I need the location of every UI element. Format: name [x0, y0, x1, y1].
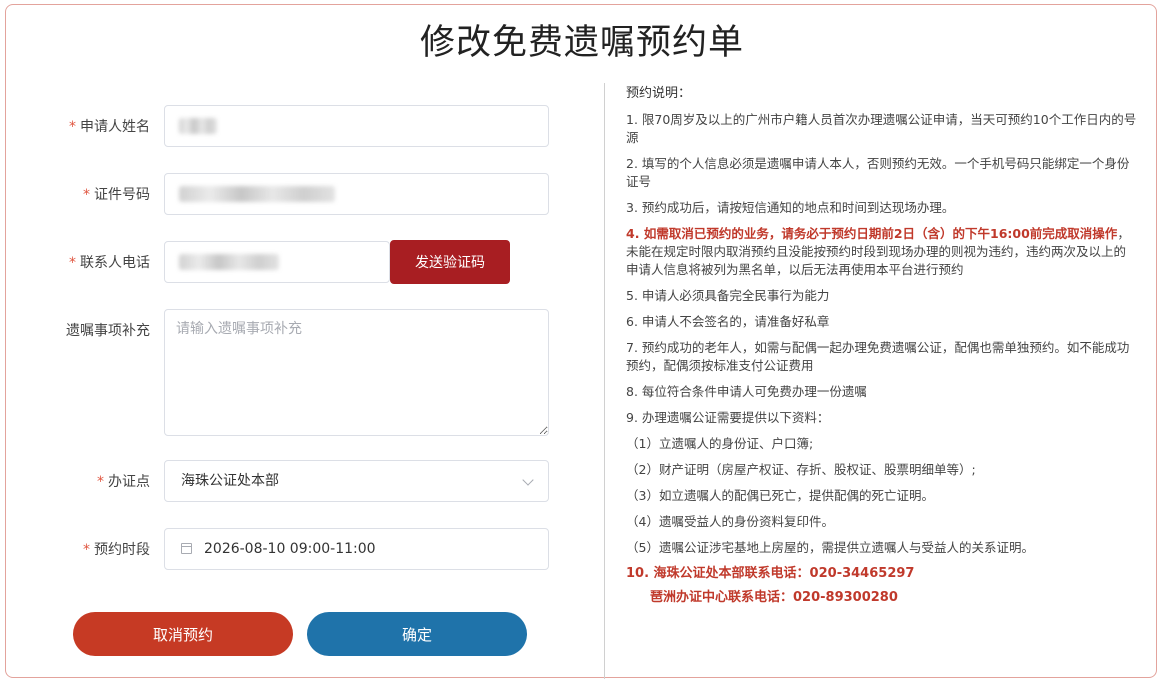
- masked-phone: [179, 254, 279, 270]
- required-mark: *: [69, 119, 76, 135]
- note-item: 6. 申请人不会签名的，请准备好私章: [626, 314, 830, 329]
- note-item: 9. 办理遗嘱公证需要提供以下资料：: [626, 410, 830, 425]
- note-item: 1. 限70周岁及以上的广州市户籍人员首次办理遗嘱公证申请，当天可预约10个工作…: [626, 112, 1137, 145]
- cancel-appointment-button[interactable]: 取消预约: [73, 612, 293, 656]
- note-item: 3. 预约成功后，请按短信通知的地点和时间到达现场办理。: [626, 200, 955, 215]
- time-slot-label: * 预约时段: [83, 542, 150, 558]
- material-item: （1）立遗嘱人的身份证、户口簿;: [626, 436, 814, 451]
- contact-pazhou: 琶洲办证中心联系电话：020-89300280: [650, 590, 898, 605]
- required-mark: *: [69, 255, 76, 271]
- will-notes-textarea[interactable]: [164, 309, 549, 436]
- required-mark: *: [83, 542, 90, 558]
- phone-label: * 联系人电话: [69, 255, 150, 271]
- chevron-down-icon: [522, 474, 534, 486]
- id-number-label: * 证件号码: [83, 187, 150, 203]
- appointment-card: 修改免费遗嘱预约单 * 申请人姓名 * 证件号码 * 联系人电话 发送验证码 遗嘱事项…: [5, 4, 1157, 679]
- masked-name: [179, 118, 217, 134]
- material-item: （4）遗嘱受益人的身份资料复印件。: [626, 514, 834, 529]
- note-item-cancellation: 4. 如需取消已预约的业务，请务必于预约日期前2日（含）的下午16:00前完成取…: [626, 226, 1130, 277]
- contact-haizhu: 10. 海珠公证处本部联系电话：020-34465297: [626, 566, 915, 581]
- send-code-button[interactable]: 发送验证码: [390, 240, 510, 284]
- column-divider: [604, 83, 605, 679]
- time-slot-value: 2026-08-10 09:00-11:00: [204, 541, 376, 557]
- required-mark: *: [97, 474, 104, 490]
- material-item: （3）如立遗嘱人的配偶已死亡，提供配偶的死亡证明。: [626, 488, 934, 503]
- id-number-input[interactable]: [164, 173, 549, 215]
- applicant-name-input[interactable]: [164, 105, 549, 147]
- phone-input[interactable]: [164, 241, 390, 283]
- note-item: 5. 申请人必须具备完全民事行为能力: [626, 288, 830, 303]
- office-select-value: 海珠公证处本部: [181, 473, 279, 489]
- applicant-name-label: * 申请人姓名: [69, 119, 150, 135]
- office-select[interactable]: 海珠公证处本部: [164, 460, 549, 502]
- note-item: 8. 每位符合条件申请人可免费办理一份遗嘱: [626, 384, 867, 399]
- will-notes-label: 遗嘱事项补充: [66, 323, 150, 339]
- material-item: （2）财产证明（房屋产权证、存折、股权证、股票明细单等）;: [626, 462, 976, 477]
- masked-id-number: [179, 186, 335, 202]
- note-item: 2. 填写的个人信息必须是遗嘱申请人本人，否则预约无效。一个手机号码只能绑定一个…: [626, 156, 1130, 189]
- calendar-icon: [181, 543, 192, 554]
- time-slot-picker[interactable]: 2026-08-10 09:00-11:00: [164, 528, 549, 570]
- note-item: 7. 预约成功的老年人，如需与配偶一起办理免费遗嘱公证，配偶也需单独预约。如不能…: [626, 340, 1130, 373]
- material-item: （5）遗嘱公证涉宅基地上房屋的，需提供立遗嘱人与受益人的关系证明。: [626, 540, 1034, 555]
- required-mark: *: [83, 187, 90, 203]
- cancellation-deadline: 如需取消已预约的业务，请务必于预约日期前2日（含）的下午16:00前完成取消操作: [643, 226, 1118, 241]
- appointment-notes: 预约说明： 1. 限70周岁及以上的广州市户籍人员首次办理遗嘱公证申请，当天可预…: [626, 85, 1138, 613]
- page-title: 修改免费遗嘱预约单: [419, 23, 744, 63]
- confirm-button[interactable]: 确定: [307, 612, 527, 656]
- office-label: * 办证点: [97, 474, 150, 490]
- notes-heading: 预约说明：: [626, 86, 692, 101]
